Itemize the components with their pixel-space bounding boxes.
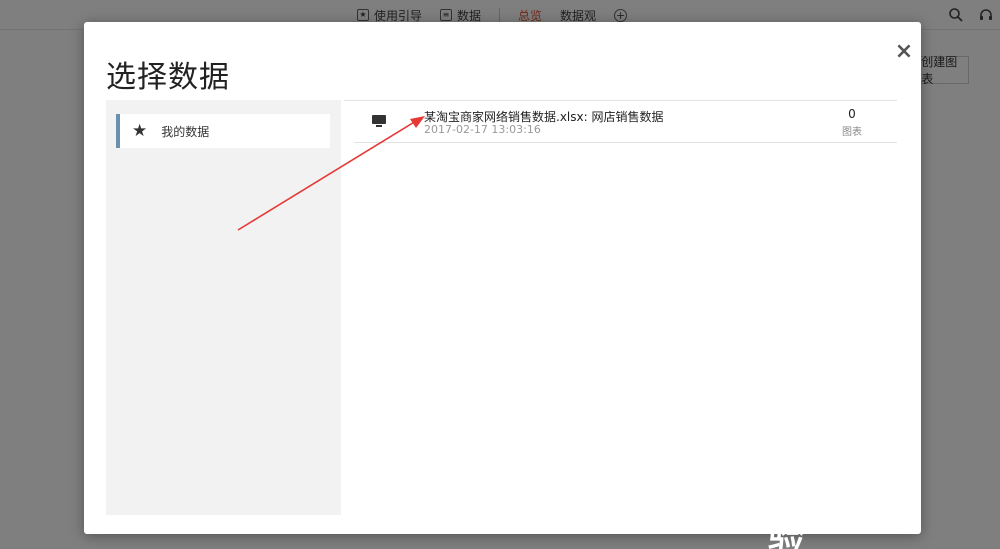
sidebar-item-my-data[interactable]: ★ 我的数据	[116, 114, 330, 148]
dataset-date: 2017-02-17 13:03:16	[424, 123, 541, 136]
dataset-row[interactable]: 某淘宝商家网络销售数据.xlsx: 网店销售数据 2017-02-17 13:0…	[354, 101, 897, 143]
dialog-title: 选择数据	[106, 60, 230, 95]
monitor-icon	[372, 115, 386, 127]
watermark-url: jingyan.baidu.com	[770, 506, 891, 523]
chart-count: 0	[848, 107, 856, 121]
data-source-sidebar: ★ 我的数据	[106, 100, 341, 515]
chart-count-label: 图表	[842, 127, 862, 138]
star-icon: ★	[132, 120, 148, 141]
watermark-logo: Bai du经验	[768, 466, 922, 549]
sidebar-item-label: 我的数据	[161, 124, 210, 139]
baidu-jingyan-watermark: Bai du经验 jingyan.baidu.com	[768, 450, 948, 549]
close-button[interactable]: ×	[892, 40, 916, 64]
